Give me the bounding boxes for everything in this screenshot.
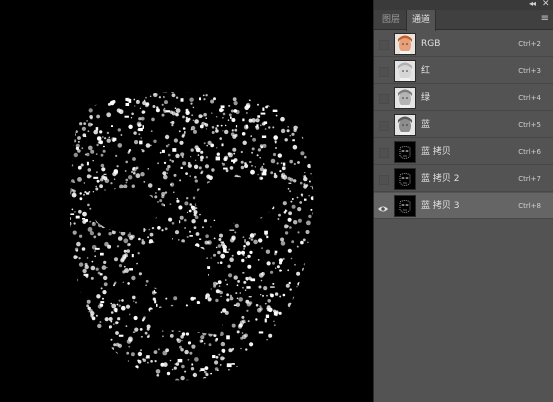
mouth-shadow	[150, 306, 225, 335]
nose-shadow	[145, 241, 210, 294]
visibility-toggle[interactable]	[379, 94, 389, 104]
channel-mask-image	[70, 92, 314, 381]
channel-shortcut: Ctrl+7	[518, 175, 541, 183]
visibility-toggle[interactable]	[379, 67, 389, 77]
channel-name: RGB	[421, 39, 441, 49]
close-icon[interactable]: ✕	[542, 0, 550, 9]
panel-menu-icon[interactable]: ≡	[541, 13, 549, 24]
channel-row[interactable]: 蓝 拷贝 Ctrl+6	[374, 139, 553, 165]
channel-shortcut: Ctrl+5	[518, 121, 541, 129]
tab-channels[interactable]: 通道	[406, 10, 437, 31]
tab-layers[interactable]: 图层	[377, 10, 405, 30]
panel-empty-area	[374, 222, 553, 402]
document-canvas[interactable]	[0, 0, 373, 402]
channel-row[interactable]: 蓝 Ctrl+5	[374, 112, 553, 138]
visibility-toggle[interactable]	[379, 40, 389, 50]
channel-name: 蓝 拷贝 2	[421, 174, 460, 184]
channel-row[interactable]: RGB Ctrl+2	[374, 31, 553, 57]
channel-name: 蓝 拷贝 3	[421, 201, 460, 211]
panel-tab-row: 图层 通道 ≡	[374, 10, 553, 31]
channel-thumbnail	[394, 114, 416, 136]
channel-shortcut: Ctrl+8	[518, 202, 541, 210]
channel-shortcut: Ctrl+4	[518, 94, 541, 102]
eye-icon[interactable]	[377, 199, 389, 218]
channel-thumbnail	[394, 87, 416, 109]
channel-thumbnail	[394, 33, 416, 55]
left-eye-hole	[92, 188, 158, 232]
channel-shortcut: Ctrl+6	[518, 148, 541, 156]
channel-name: 绿	[421, 93, 431, 103]
channel-name: 蓝	[421, 120, 431, 130]
collapse-icon[interactable]: ◂◂	[529, 0, 536, 8]
channel-name: 蓝 拷贝	[421, 147, 451, 157]
channel-thumbnail	[394, 141, 416, 163]
channel-name: 红	[421, 66, 431, 76]
visibility-toggle[interactable]	[379, 148, 389, 158]
right-eye-hole	[195, 177, 275, 223]
channel-thumbnail	[394, 60, 416, 82]
channel-row[interactable]: 蓝 拷贝 3 Ctrl+8	[374, 193, 553, 219]
channel-row[interactable]: 绿 Ctrl+4	[374, 85, 553, 111]
channel-shortcut: Ctrl+2	[518, 40, 541, 48]
channel-shortcut: Ctrl+3	[518, 67, 541, 75]
panel-titlebar: ◂◂ ✕	[374, 0, 553, 10]
visibility-toggle[interactable]	[379, 175, 389, 185]
channels-panel: ◂◂ ✕ 图层 通道 ≡ RGB Ctrl+2 红 Ctrl+3 绿 Ctrl+4 蓝 Ctr…	[373, 0, 553, 402]
channel-row[interactable]: 蓝 拷贝 2 Ctrl+7	[374, 166, 553, 192]
channel-thumbnail	[394, 168, 416, 190]
channel-thumbnail	[394, 195, 416, 217]
channel-row[interactable]: 红 Ctrl+3	[374, 58, 553, 84]
visibility-toggle[interactable]	[379, 121, 389, 131]
